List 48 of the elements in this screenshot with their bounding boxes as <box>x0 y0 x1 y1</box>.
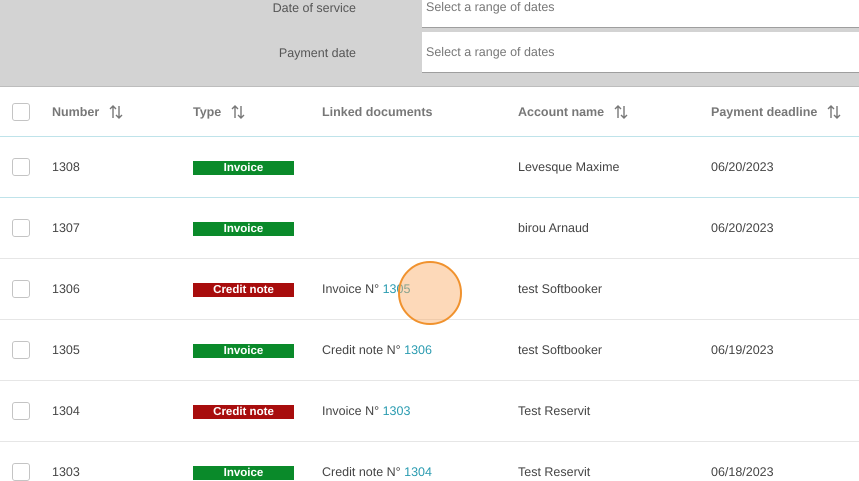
table-cell-text: birou Arnaud <box>518 221 590 235</box>
table-cell: 06/19/2023 <box>711 343 774 357</box>
type-badge: Credit note <box>193 405 294 419</box>
document-link[interactable]: 1306 <box>404 343 432 357</box>
sort-icon[interactable] <box>614 104 628 118</box>
select-all-checkbox[interactable] <box>12 102 30 120</box>
table-cell-text: test Softbooker <box>518 343 604 357</box>
table-cell-text: 1303 <box>52 465 81 479</box>
linked-document: Invoice N° 1303 <box>322 404 410 418</box>
linked-document: Credit note N° 1306 <box>322 343 432 357</box>
date-range-field[interactable]: Select a range of dates <box>422 0 859 28</box>
column-header: Payment deadline <box>711 104 818 118</box>
table-cell-text: Test Reservit <box>518 404 592 418</box>
table-cell: 06/18/2023 <box>711 465 774 479</box>
linked-document: Credit note N° 1304 <box>322 465 432 479</box>
column-header: Type <box>193 104 222 118</box>
column-header: Number <box>52 104 100 118</box>
sort-icon[interactable] <box>109 104 124 118</box>
column-header: Account name <box>518 104 604 118</box>
row-checkbox[interactable] <box>12 158 30 176</box>
row-checkbox[interactable] <box>12 280 30 298</box>
table-cell: 06/20/2023 <box>711 221 774 235</box>
type-badge: Invoice <box>193 344 294 358</box>
table-cell: 06/20/2023 <box>711 160 774 174</box>
row-checkbox[interactable] <box>12 463 30 481</box>
column-header: Linked documents <box>322 104 432 118</box>
type-badge: Credit note <box>193 283 294 297</box>
document-link[interactable]: 1303 <box>382 404 410 418</box>
sort-icon[interactable] <box>231 104 246 118</box>
table-cell-text: 1305 <box>52 343 81 357</box>
filter-label: Payment date <box>278 46 356 60</box>
row-checkbox[interactable] <box>12 219 30 237</box>
type-badge: Invoice <box>193 466 294 480</box>
table-cell-text: Levesque Maxime <box>518 160 620 174</box>
filter-label: Date of service <box>272 0 356 14</box>
table-cell-text: Test Reservit <box>518 465 592 479</box>
table-cell-text: 1304 <box>52 404 81 418</box>
type-badge: Invoice <box>193 161 294 175</box>
document-link[interactable]: 1304 <box>404 465 432 479</box>
table-cell-text: 1306 <box>52 282 81 296</box>
table-cell-text: 1307 <box>52 221 81 235</box>
sort-icon[interactable] <box>827 104 842 118</box>
table-cell-text: 1308 <box>52 160 81 174</box>
type-badge: Invoice <box>193 222 294 236</box>
table-cell-text: test Softbooker <box>518 282 604 296</box>
row-checkbox[interactable] <box>12 402 30 420</box>
date-range-field[interactable]: Select a range of dates <box>422 32 859 73</box>
row-checkbox[interactable] <box>12 341 30 359</box>
